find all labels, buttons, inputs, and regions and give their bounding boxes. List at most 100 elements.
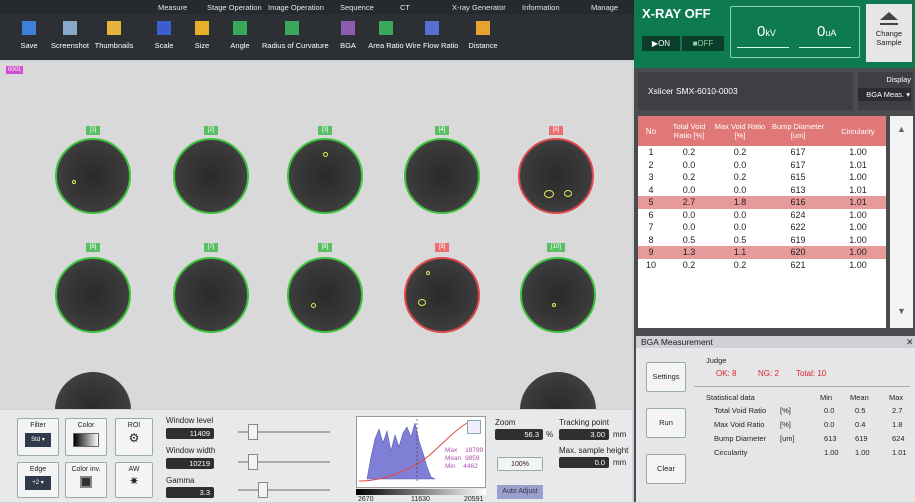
- run-button[interactable]: Run: [646, 408, 686, 438]
- menu-manage[interactable]: Manage: [591, 3, 618, 12]
- area-ratio-label: Area Ratio: [368, 41, 404, 50]
- settings-button[interactable]: Settings: [646, 362, 686, 392]
- window-width-value[interactable]: 10219: [166, 458, 214, 469]
- aw-button[interactable]: AW ✷: [115, 462, 153, 498]
- stat-cell: 1.01: [892, 448, 907, 457]
- table-row[interactable]: 6 0.0 0.0 624 1.00: [638, 209, 886, 222]
- xray-off-button[interactable]: ■OFF: [682, 36, 724, 51]
- stat-cell: 0.0: [824, 406, 835, 415]
- judge-label: Judge: [706, 356, 727, 365]
- stat-cell: 619: [855, 434, 868, 443]
- xray-on-button[interactable]: ▶ON: [642, 36, 680, 51]
- menu-ct[interactable]: CT: [400, 3, 410, 12]
- gamma-slider[interactable]: [238, 482, 330, 498]
- save-histogram-icon[interactable]: [467, 420, 481, 434]
- hist-mean-label: Mean: [445, 455, 462, 462]
- filter-select[interactable]: Std ▾: [25, 433, 51, 447]
- menu-information[interactable]: Information: [522, 3, 560, 12]
- xray-panel: X-RAY OFF ▶ON ■OFF 0kV 0uA Change Sample: [634, 0, 915, 68]
- col-max-void: Max Void Ratio [%]: [714, 122, 766, 140]
- filter-button[interactable]: Filter Std ▾: [17, 418, 59, 456]
- radius-of-curvature-button[interactable]: Radius of Curvature: [262, 17, 329, 50]
- auto-adjust-button[interactable]: Auto Adjust: [497, 485, 543, 499]
- kv-ua-display: 0kV 0uA: [730, 6, 860, 58]
- table-cell: 1.00: [849, 259, 867, 270]
- auto-window-icon: ✷: [128, 474, 140, 488]
- color-gradient-icon: [73, 433, 99, 447]
- gamma-value[interactable]: 3.3: [166, 487, 214, 498]
- table-cell: 1.01: [849, 159, 867, 170]
- table-row[interactable]: 3 0.2 0.2 615 1.00: [638, 171, 886, 184]
- tracking-point-value[interactable]: 3.00: [559, 429, 609, 440]
- ua-slider[interactable]: [799, 47, 851, 48]
- stat-cell: Bump Diameter: [714, 434, 767, 443]
- kv-unit: kV: [765, 28, 776, 38]
- invert-icon: [80, 476, 92, 488]
- scroll-down-icon[interactable]: ▼: [897, 306, 906, 316]
- stat-cell: 624: [892, 434, 905, 443]
- hist-min: Min 4462: [445, 463, 483, 471]
- void-mark: [552, 303, 556, 307]
- slider-thumb[interactable]: [258, 482, 268, 498]
- display-selector[interactable]: Display BGA Meas. ▾: [858, 72, 913, 110]
- window-level-value[interactable]: 11409: [166, 428, 214, 439]
- hist-mean-value: 9859: [465, 455, 480, 462]
- table-scrollbar[interactable]: ▲ ▼: [890, 116, 913, 328]
- window-width-slider[interactable]: [238, 454, 330, 470]
- table-cell: 619: [790, 234, 806, 245]
- clear-button[interactable]: Clear: [646, 454, 686, 484]
- edge-button[interactable]: Edge +2 ▾: [17, 462, 59, 498]
- color-button[interactable]: Color: [65, 418, 107, 456]
- roi-button[interactable]: ROI ⚙: [115, 418, 153, 456]
- scroll-up-icon[interactable]: ▲: [897, 124, 906, 134]
- col-total-void: Total Void Ratio [%]: [672, 122, 706, 140]
- slider-thumb[interactable]: [248, 424, 258, 440]
- color-inv-button[interactable]: Color inv.: [65, 462, 107, 498]
- stat-cell: [%]: [780, 420, 791, 429]
- menu-stage-operation[interactable]: Stage Operation: [207, 3, 262, 12]
- table-cell: 1.01: [849, 184, 867, 195]
- table-row[interactable]: 9 1.3 1.1 620 1.00: [638, 246, 886, 259]
- kv-value: 0kV: [757, 23, 776, 40]
- menu-image-operation[interactable]: Image Operation: [268, 3, 324, 12]
- table-row[interactable]: 2 0.0 0.0 617 1.01: [638, 159, 886, 172]
- table-row[interactable]: 10 0.2 0.2 621 1.00: [638, 259, 886, 272]
- aw-label: AW: [128, 466, 140, 473]
- zoom-value[interactable]: 56.3: [495, 429, 543, 440]
- distance-icon: [476, 21, 490, 35]
- angle-button[interactable]: Angle: [210, 17, 270, 50]
- menu-sequence[interactable]: Sequence: [340, 3, 374, 12]
- edge-select[interactable]: +2 ▾: [25, 476, 51, 490]
- max-height-label: Max. sample height: [559, 446, 629, 455]
- slider-thumb[interactable]: [248, 454, 258, 470]
- window-level-slider[interactable]: [238, 424, 330, 440]
- change-sample-button[interactable]: Change Sample: [866, 4, 912, 62]
- image-viewer[interactable]: 0001 [1] [2] [3] [4] [5] [6] [7] [8] [9]…: [0, 62, 632, 409]
- histogram[interactable]: Max 18799 Mean 9859 Min 4462: [356, 416, 486, 488]
- zoom-100-button[interactable]: 100%: [497, 457, 543, 471]
- menu-xray-generator[interactable]: X-ray Generator: [452, 3, 506, 12]
- bump-label: [4]: [435, 126, 449, 135]
- stat-title: Statistical data: [706, 393, 755, 402]
- histogram-bars: [366, 422, 436, 480]
- wire-flow-icon: [425, 21, 439, 35]
- total-count: Total: 10: [796, 369, 827, 378]
- kv-slider[interactable]: [737, 47, 789, 48]
- table-row[interactable]: 8 0.5 0.5 619 1.00: [638, 234, 886, 247]
- bump-label: [10]: [547, 243, 565, 252]
- bump-partial: [520, 372, 596, 409]
- display-mode-select[interactable]: BGA Meas. ▾: [858, 88, 911, 101]
- close-icon[interactable]: ✕: [906, 337, 914, 348]
- histogram-stats: Max 18799 Mean 9859 Min 4462: [445, 447, 483, 471]
- max-height-value[interactable]: 0.0: [559, 457, 609, 468]
- distance-button[interactable]: Distance: [453, 17, 513, 50]
- table-row[interactable]: 5 2.7 1.8 616 1.01: [638, 196, 886, 209]
- table-row[interactable]: 1 0.2 0.2 617 1.00: [638, 146, 886, 159]
- hist-max: Max 18799: [445, 447, 483, 455]
- table-cell: 0.2: [682, 147, 696, 158]
- table-row[interactable]: 4 0.0 0.0 613 1.01: [638, 184, 886, 197]
- table-row[interactable]: 7 0.0 0.0 622 1.00: [638, 221, 886, 234]
- menu-measure[interactable]: Measure: [158, 3, 187, 12]
- void-mark: [426, 271, 430, 275]
- stat-col-max: Max: [889, 393, 904, 402]
